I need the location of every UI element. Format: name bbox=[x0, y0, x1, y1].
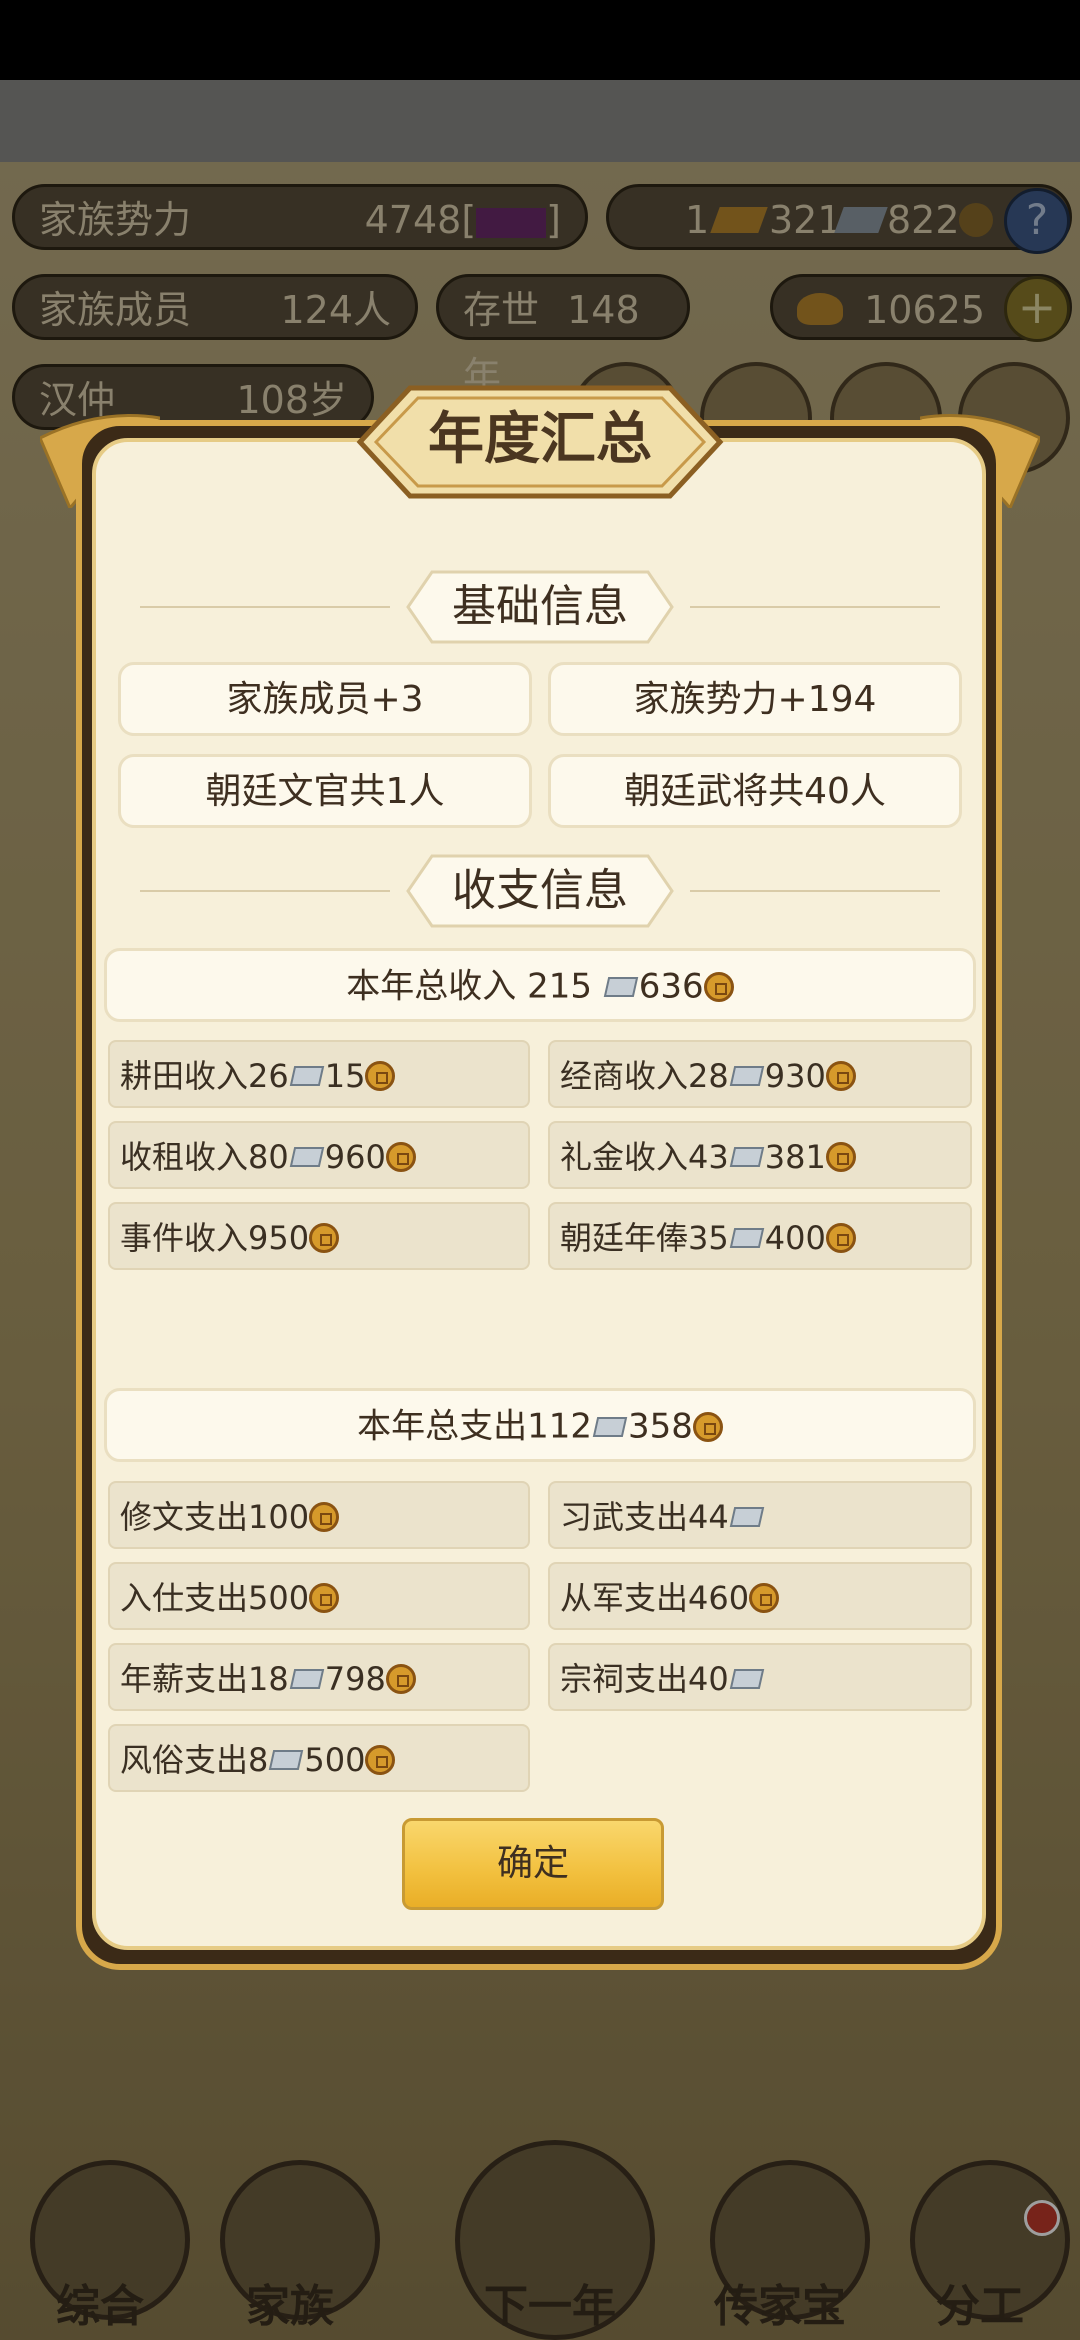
income-rent: 收租收入80 960 bbox=[108, 1121, 530, 1189]
coin-icon bbox=[385, 1664, 416, 1694]
divider-right bbox=[690, 606, 940, 608]
stat-members-change: 家族成员+3 bbox=[118, 662, 532, 736]
status-bar bbox=[0, 0, 1080, 80]
income-trade: 经商收入28 930 bbox=[548, 1040, 972, 1108]
income-farming: 耕田收入26 15 bbox=[108, 1040, 530, 1108]
silver-icon bbox=[729, 1669, 764, 1689]
coin-icon bbox=[825, 1142, 856, 1172]
silver-icon bbox=[289, 1669, 324, 1689]
silver-icon bbox=[729, 1228, 764, 1248]
stat-power-change: 家族势力+194 bbox=[548, 662, 962, 736]
expense-military: 从军支出460 bbox=[548, 1562, 972, 1630]
finance-info-title: 收支信息 bbox=[452, 865, 628, 916]
divider-left bbox=[140, 606, 390, 608]
coin-icon bbox=[825, 1223, 856, 1253]
coin-icon bbox=[309, 1583, 340, 1613]
expense-officialdom: 入仕支出500 bbox=[108, 1562, 530, 1630]
coin-icon bbox=[825, 1061, 856, 1091]
coin-icon bbox=[309, 1223, 340, 1253]
silver-icon bbox=[603, 976, 639, 997]
silver-icon bbox=[289, 1066, 324, 1086]
expense-total: 本年总支出112 358 bbox=[104, 1388, 976, 1462]
silver-icon bbox=[729, 1147, 764, 1167]
finance-info-header: 收支信息 bbox=[140, 846, 940, 936]
silver-icon bbox=[729, 1066, 764, 1086]
expense-customs: 风俗支出8 500 bbox=[108, 1724, 530, 1792]
silver-icon bbox=[729, 1507, 764, 1527]
income-gifts: 礼金收入43 381 bbox=[548, 1121, 972, 1189]
expense-salaries: 年薪支出18 798 bbox=[108, 1643, 530, 1711]
silver-icon bbox=[592, 1416, 628, 1437]
basic-info-title: 基础信息 bbox=[452, 581, 628, 632]
coin-icon bbox=[749, 1583, 780, 1613]
income-court-salary: 朝廷年俸35 400 bbox=[548, 1202, 972, 1270]
coin-icon bbox=[309, 1502, 340, 1532]
expense-martial: 习武支出44 bbox=[548, 1481, 972, 1549]
coin-icon bbox=[365, 1061, 396, 1091]
divider-left bbox=[140, 890, 390, 892]
coin-icon bbox=[703, 971, 734, 1002]
income-total: 本年总收入 215 636 bbox=[104, 948, 976, 1022]
stat-military-generals: 朝廷武将共40人 bbox=[548, 754, 962, 828]
expense-ancestral-hall: 宗祠支出40 bbox=[548, 1643, 972, 1711]
silver-icon bbox=[269, 1750, 304, 1770]
expense-literature: 修文支出100 bbox=[108, 1481, 530, 1549]
income-events: 事件收入950 bbox=[108, 1202, 530, 1270]
stat-civil-officials: 朝廷文官共1人 bbox=[118, 754, 532, 828]
dialog-title: 年度汇总 bbox=[428, 407, 652, 472]
divider-right bbox=[690, 890, 940, 892]
coin-icon bbox=[385, 1142, 416, 1172]
basic-info-header: 基础信息 bbox=[140, 562, 940, 652]
coin-icon bbox=[692, 1411, 723, 1442]
silver-icon bbox=[289, 1147, 324, 1167]
confirm-button[interactable]: 确定 bbox=[402, 1818, 664, 1910]
coin-icon bbox=[365, 1745, 396, 1775]
